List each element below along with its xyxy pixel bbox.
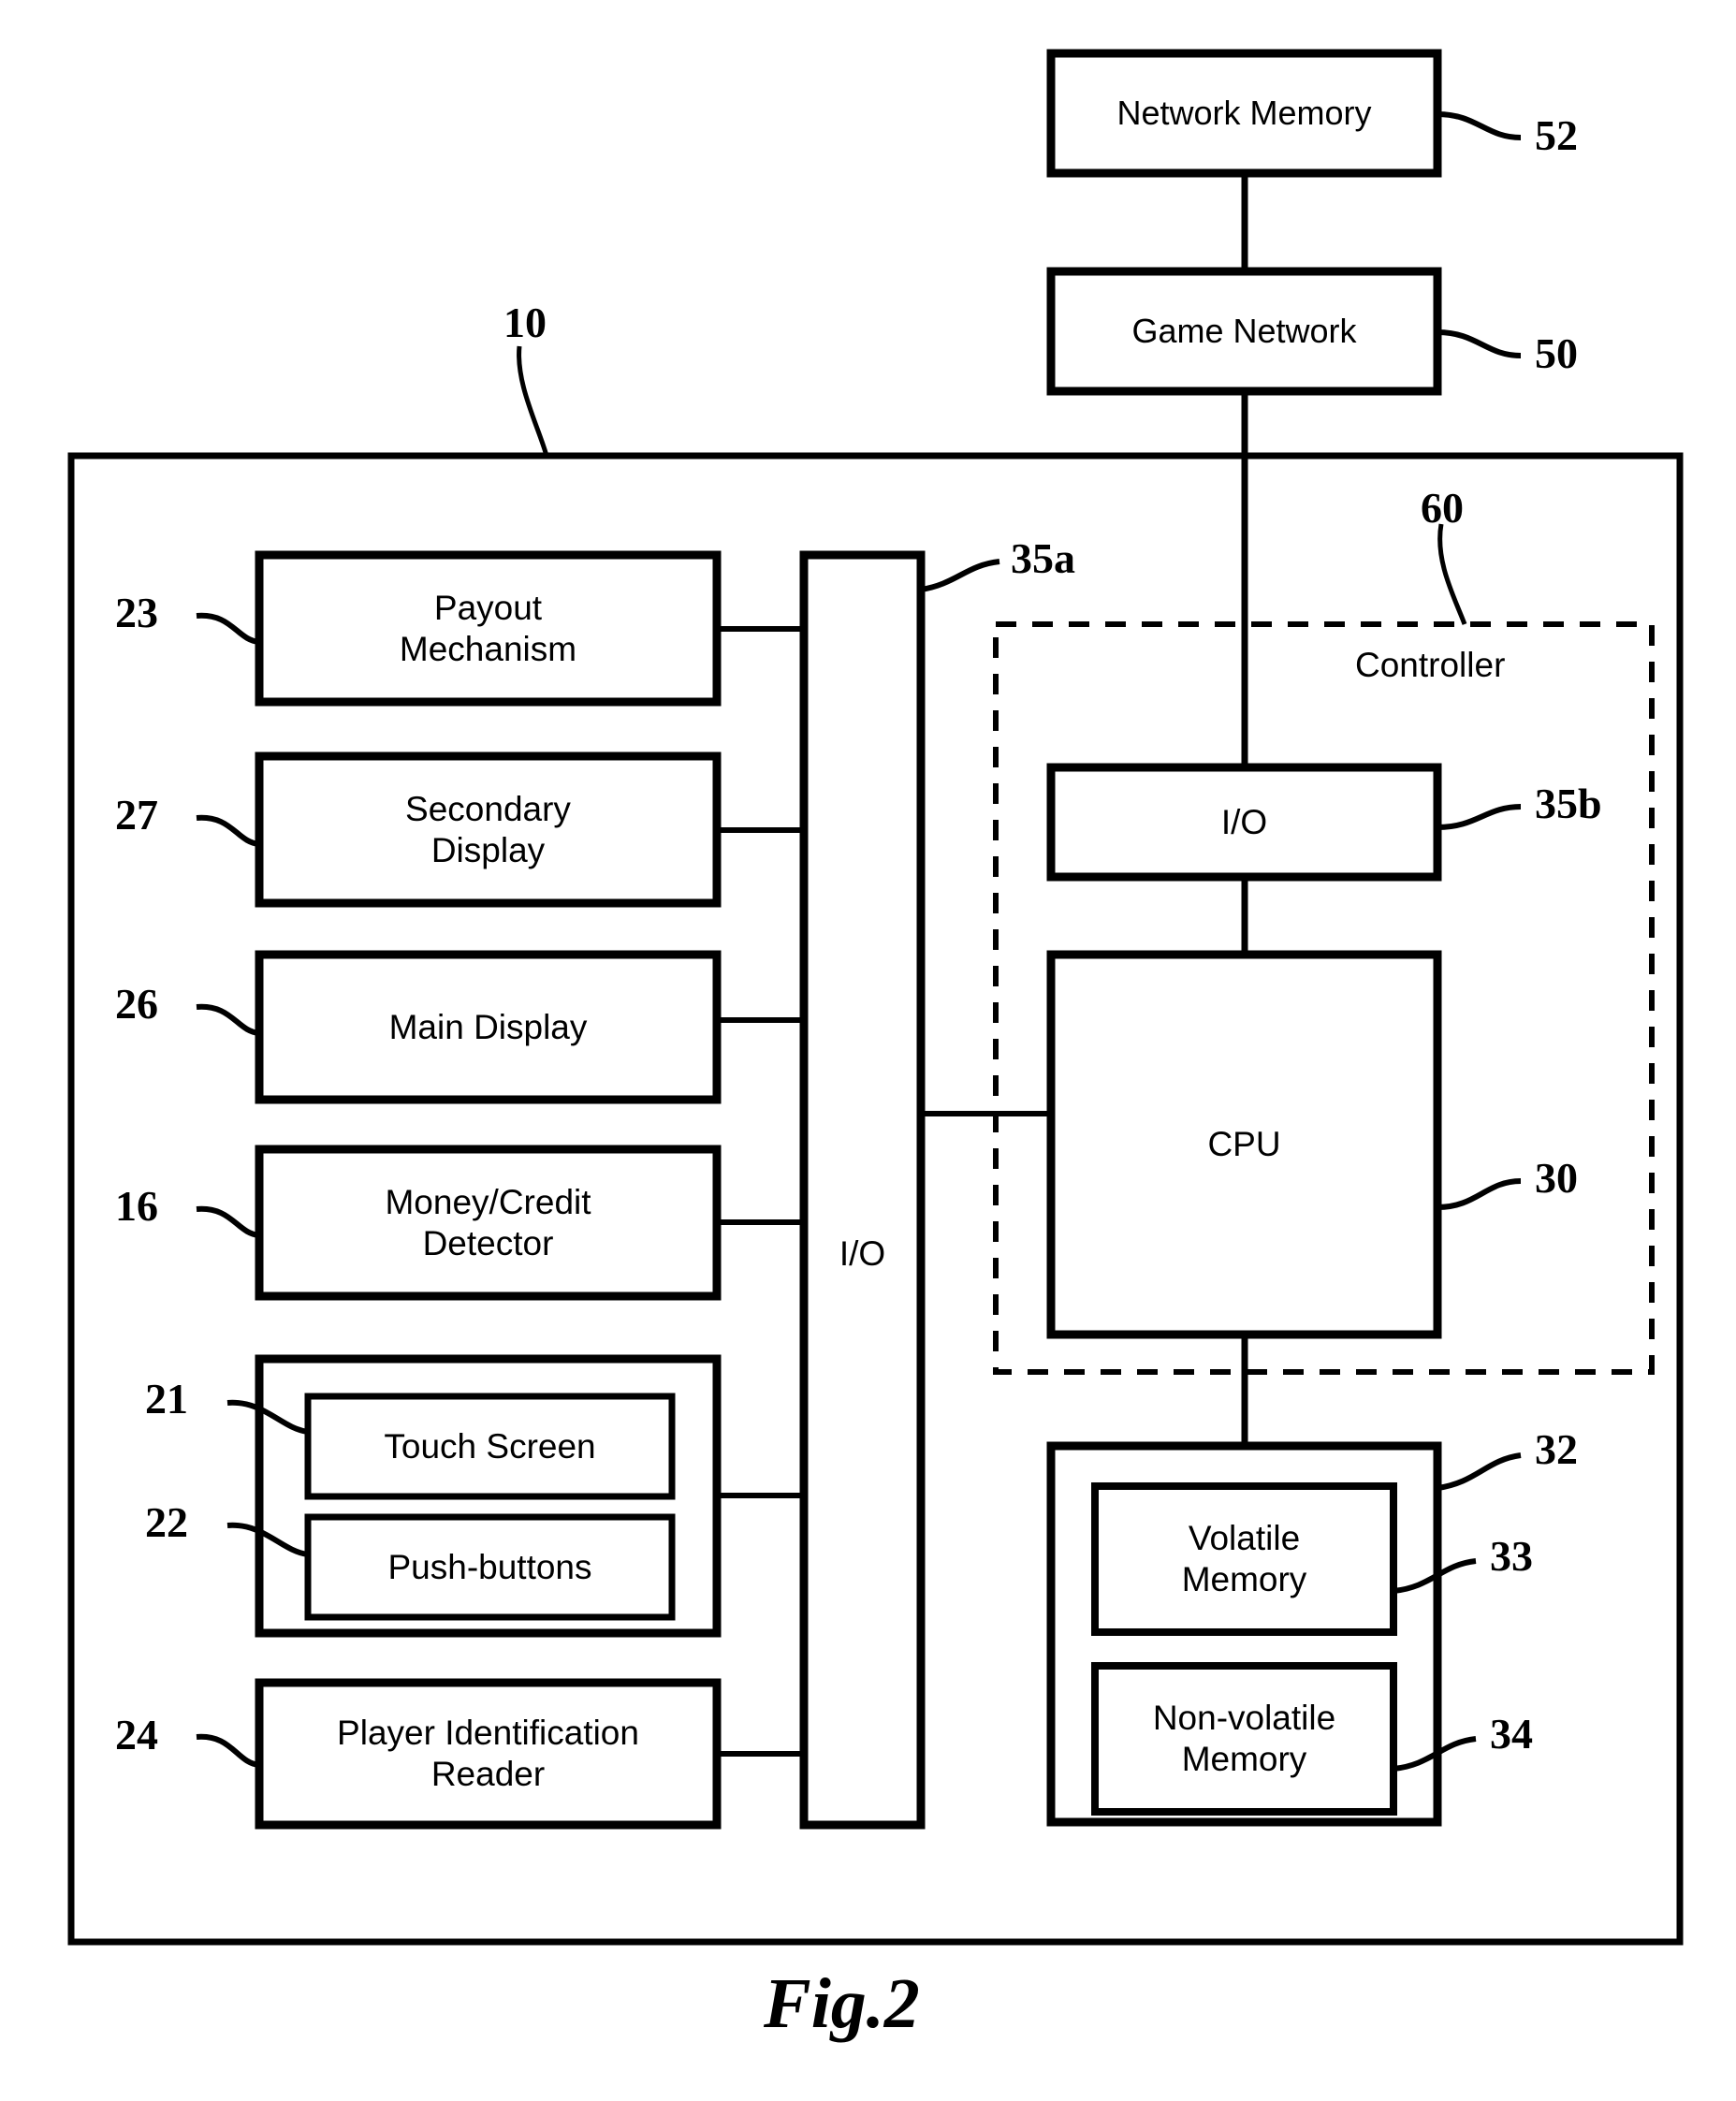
leader-35b: [1437, 804, 1522, 830]
game-network-outline: [1046, 267, 1442, 396]
ref-34: 34: [1490, 1710, 1533, 1758]
push-buttons-outline: [304, 1513, 676, 1621]
leader-23: [196, 612, 260, 645]
ref-26: 26: [115, 980, 158, 1028]
leader-24: [196, 1733, 260, 1768]
secondary-display-outline: [255, 751, 722, 908]
volatile-memory-outline: [1091, 1482, 1397, 1636]
ref-33: 33: [1490, 1532, 1533, 1580]
leader-27: [196, 814, 260, 847]
leader-35a: [920, 559, 1000, 592]
network-memory-outline: [1046, 49, 1442, 178]
ref-23: 23: [115, 589, 158, 636]
ref-24: 24: [115, 1711, 158, 1758]
diagram-lines: [67, 49, 1684, 1946]
ref-52: 52: [1535, 111, 1578, 159]
leader-50: [1437, 329, 1522, 358]
ref-30: 30: [1535, 1154, 1578, 1202]
ref-32: 32: [1535, 1425, 1578, 1473]
touch-screen-outline: [304, 1393, 676, 1500]
ref-35b: 35b: [1535, 780, 1602, 827]
money-credit-detector-outline: [255, 1145, 722, 1301]
controller-outline: [993, 621, 1655, 1375]
leader-16: [196, 1205, 260, 1238]
ref-21: 21: [145, 1375, 188, 1423]
ref-22: 22: [145, 1498, 188, 1546]
leader-26: [196, 1003, 260, 1036]
io-bus-outline: [799, 550, 926, 1830]
leader-10: [517, 345, 549, 457]
leader-32: [1437, 1452, 1522, 1491]
leader-21: [226, 1399, 309, 1435]
nonvolatile-memory-outline: [1091, 1662, 1397, 1816]
leader-52: [1437, 111, 1522, 140]
payout-mechanism-outline: [255, 550, 722, 707]
leader-30: [1437, 1178, 1522, 1210]
ref-50: 50: [1535, 329, 1578, 377]
main-display-outline: [255, 950, 722, 1104]
patent-figure-2: Network Memory 52 Game Network 50 10 Pay…: [0, 0, 1736, 2101]
figure-caption: Fig.2: [764, 1964, 920, 2043]
leader-60: [1437, 523, 1467, 625]
ref-35a: 35a: [1011, 534, 1075, 582]
leader-22: [226, 1522, 309, 1557]
player-id-reader-outline: [255, 1678, 722, 1830]
ref-60: 60: [1421, 484, 1464, 532]
ref-10: 10: [503, 299, 547, 346]
ref-16: 16: [115, 1182, 158, 1230]
controller-label: Controller: [1355, 646, 1506, 684]
cpu-outline: [1046, 950, 1442, 1339]
ref-27: 27: [115, 791, 158, 839]
io-controller-outline: [1046, 763, 1442, 882]
